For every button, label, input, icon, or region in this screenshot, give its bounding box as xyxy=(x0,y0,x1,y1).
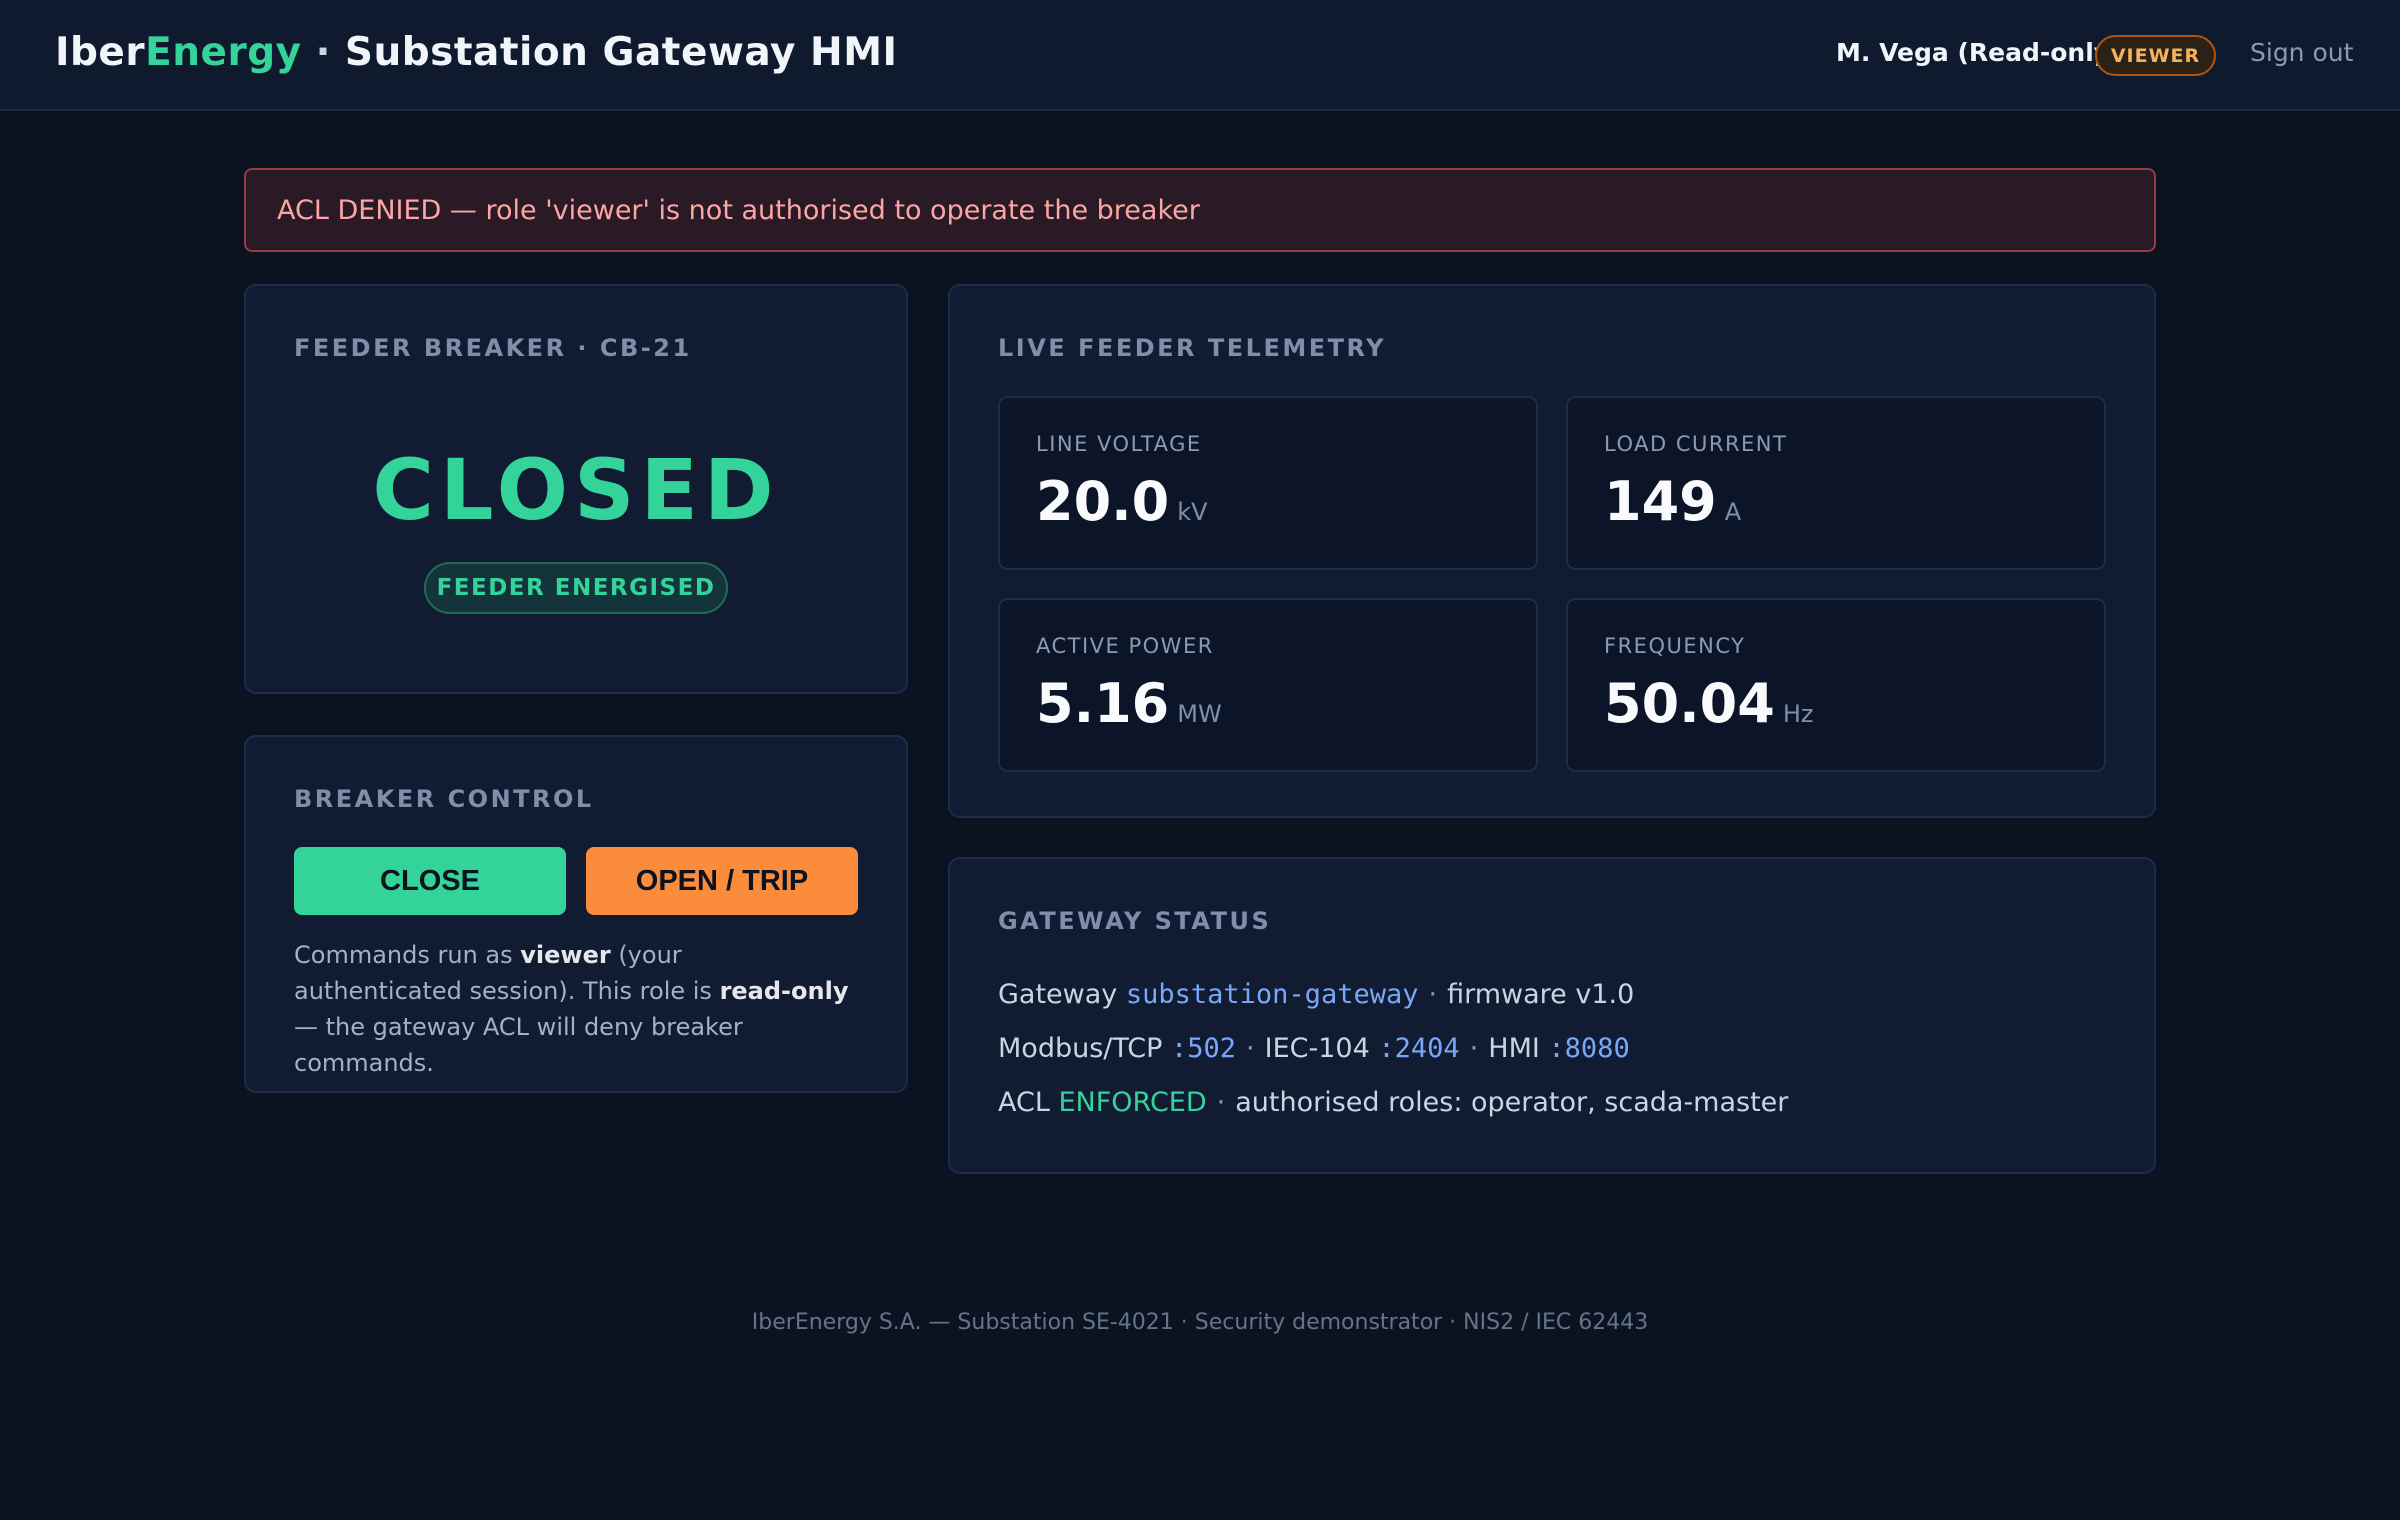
card-title: LIVE FEEDER TELEMETRY xyxy=(998,334,1387,362)
hmi-port: :8080 xyxy=(1548,1033,1630,1064)
metric-value: 50.04 Hz xyxy=(1604,672,1814,735)
role-badge: VIEWER xyxy=(2095,35,2216,76)
open-trip-button[interactable]: OPEN / TRIP xyxy=(586,847,858,915)
acl-state: ENFORCED xyxy=(1058,1087,1207,1118)
metric-value: 5.16 MW xyxy=(1036,672,1222,735)
gateway-status-card: GATEWAY STATUS Gateway substation-gatewa… xyxy=(948,857,2156,1174)
gateway-name: substation-gateway xyxy=(1125,979,1419,1010)
metric-frequency: FREQUENCY 50.04 Hz xyxy=(1566,598,2106,772)
footer-text: IberEnergy S.A. — Substation SE-4021 · S… xyxy=(751,1310,1649,1335)
card-title: BREAKER CONTROL xyxy=(294,785,594,813)
metric-line-voltage: LINE VOLTAGE 20.0 kV xyxy=(998,396,1538,570)
authorised-roles: authorised roles: operator, scada-master xyxy=(1235,1087,1789,1118)
metric-unit: Hz xyxy=(1782,700,1814,728)
metric-label: LINE VOLTAGE xyxy=(1036,432,1202,456)
separator: · xyxy=(1216,1087,1226,1118)
metric-unit: A xyxy=(1724,498,1742,526)
status-badge: FEEDER ENERGISED xyxy=(424,562,728,614)
metric-unit: kV xyxy=(1177,498,1208,526)
modbus-label: Modbus/TCP xyxy=(998,1033,1163,1064)
brand-name-part1: Iber xyxy=(55,30,146,75)
note-role: viewer xyxy=(520,941,611,969)
metric-active-power: ACTIVE POWER 5.16 MW xyxy=(998,598,1538,772)
sign-out-link[interactable]: Sign out xyxy=(2250,38,2353,67)
gateway-label: Gateway xyxy=(998,979,1118,1010)
metric-label: FREQUENCY xyxy=(1604,634,1746,658)
metric-label: ACTIVE POWER xyxy=(1036,634,1214,658)
card-title: GATEWAY STATUS xyxy=(998,907,1272,935)
hmi-label: HMI xyxy=(1488,1033,1540,1064)
control-note: Commands run as viewer (your authenticat… xyxy=(294,937,854,1081)
brand-name-part2: Energy xyxy=(145,30,302,75)
note-text: — the gateway ACL will deny breaker comm… xyxy=(294,1013,743,1077)
acl-denied-alert: ACL DENIED — role 'viewer' is not author… xyxy=(244,168,2156,252)
protocol-ports-line: Modbus/TCP :502 · IEC-104 :2404 · HMI :8080 xyxy=(998,1033,1630,1064)
metric-value: 149 A xyxy=(1604,470,1742,533)
metric-label: LOAD CURRENT xyxy=(1604,432,1788,456)
firmware-version: firmware v1.0 xyxy=(1447,979,1635,1010)
top-bar: IberEnergy · Substation Gateway HMI M. Veg… xyxy=(0,0,2400,111)
separator: · xyxy=(1469,1033,1479,1064)
card-title: FEEDER BREAKER · CB-21 xyxy=(294,334,692,362)
separator: · xyxy=(1428,979,1438,1010)
note-read-only: read-only xyxy=(719,977,849,1005)
iec104-port: :2404 xyxy=(1378,1033,1460,1064)
modbus-port: :502 xyxy=(1171,1033,1237,1064)
feeder-breaker-card: FEEDER BREAKER · CB-21 CLOSED FEEDER ENE… xyxy=(244,284,908,694)
note-text: Commands run as xyxy=(294,941,521,969)
iec104-label: IEC-104 xyxy=(1264,1033,1370,1064)
separator: · xyxy=(1246,1033,1255,1064)
metric-load-current: LOAD CURRENT 149 A xyxy=(1566,396,2106,570)
alert-message: ACL DENIED — role 'viewer' is not author… xyxy=(277,194,1200,226)
gateway-info-line: Gateway substation-gateway · firmware v1.0 xyxy=(998,979,1634,1010)
user-name: M. Vega (Read-only) xyxy=(1836,38,2122,67)
breaker-control-card: BREAKER CONTROL CLOSE OPEN / TRIP Comman… xyxy=(244,735,908,1093)
breaker-state: CLOSED xyxy=(372,441,780,539)
page-title: Substation Gateway HMI xyxy=(344,30,898,75)
live-telemetry-card: LIVE FEEDER TELEMETRY LINE VOLTAGE 20.0 k… xyxy=(948,284,2156,818)
brand-separator: · xyxy=(315,30,331,75)
metric-unit: MW xyxy=(1177,700,1222,728)
acl-label: ACL xyxy=(998,1087,1050,1118)
app-brand: IberEnergy · Substation Gateway HMI xyxy=(55,30,898,75)
metric-value: 20.0 kV xyxy=(1036,470,1208,533)
close-breaker-button[interactable]: CLOSE xyxy=(294,847,566,915)
acl-line: ACL ENFORCED · authorised roles: operator,… xyxy=(998,1087,1788,1118)
